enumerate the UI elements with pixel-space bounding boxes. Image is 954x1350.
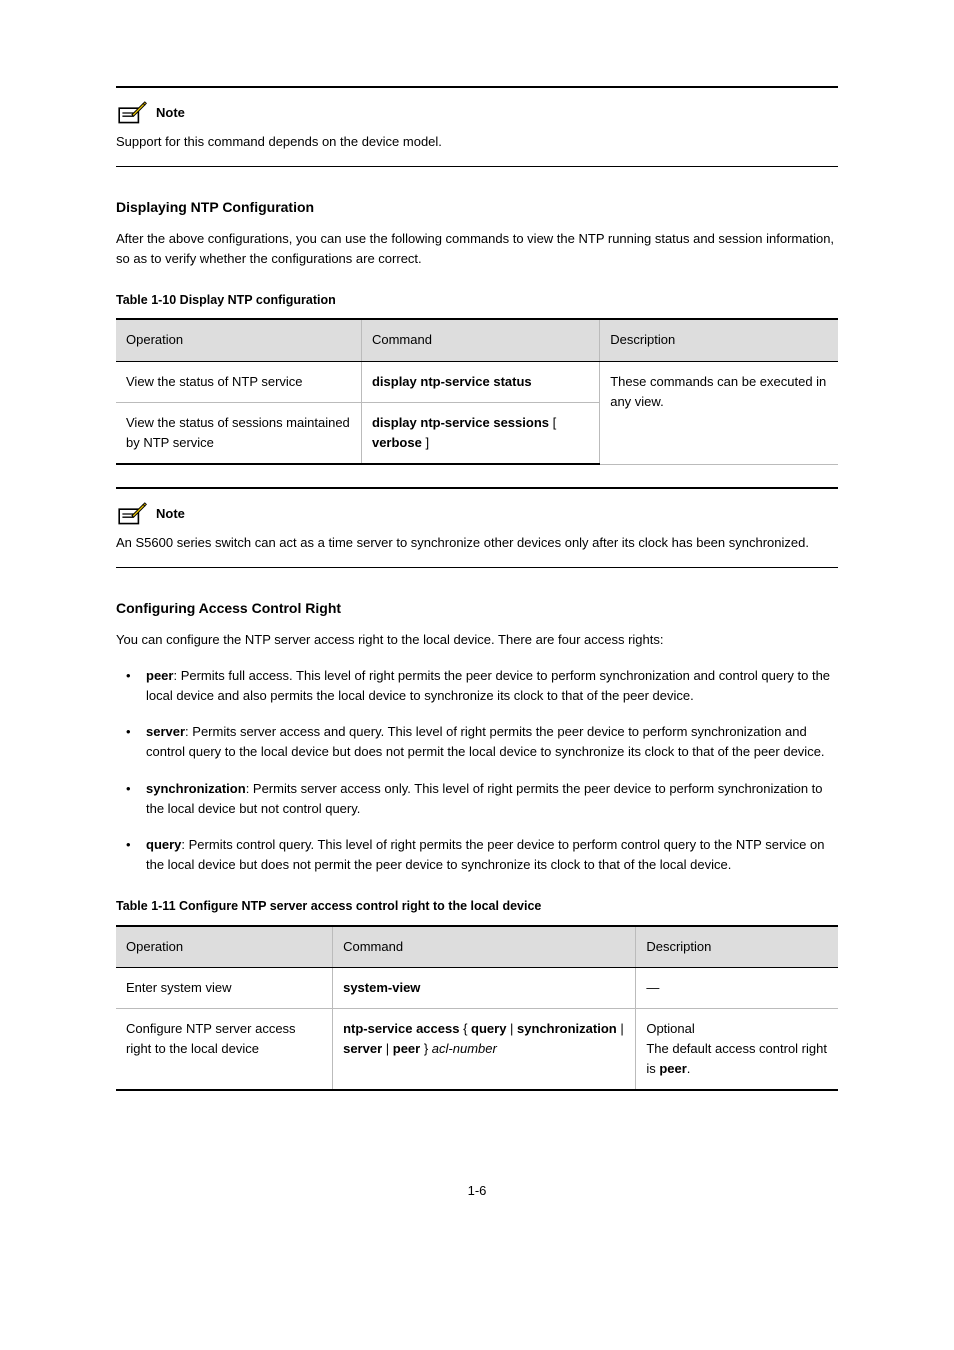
t2r2-c9: } bbox=[420, 1041, 432, 1056]
t1r2-cmd-p3: ] bbox=[422, 435, 429, 450]
table1-caption: Table 1-10 Display NTP configuration bbox=[116, 291, 838, 310]
note2-rule-top bbox=[116, 487, 838, 489]
table2-header-row: Operation Command Description bbox=[116, 926, 838, 968]
b1-rest: : Permits server access and query. This … bbox=[146, 724, 825, 759]
list-item: query: Permits control query. This level… bbox=[146, 835, 838, 875]
table-row: Enter system view system-view — bbox=[116, 967, 838, 1008]
t1r2-cmd-p2: verbose bbox=[372, 435, 422, 450]
b1-lead: server bbox=[146, 724, 185, 739]
t2r1-op: Enter system view bbox=[116, 967, 333, 1008]
t2r2-c10: acl-number bbox=[432, 1041, 497, 1056]
t2r1-cmd-text: system-view bbox=[343, 980, 420, 995]
section1-intro: After the above configurations, you can … bbox=[116, 229, 838, 269]
t1r1-cmd: display ntp-service status bbox=[361, 361, 599, 402]
t1r2-cmd-p1: [ bbox=[549, 415, 556, 430]
b2-lead: synchronization bbox=[146, 781, 246, 796]
t2r2-desc: Optional The default access control righ… bbox=[636, 1008, 838, 1090]
table-row: Configure NTP server access right to the… bbox=[116, 1008, 838, 1090]
t2r2-c5: | bbox=[617, 1021, 624, 1036]
list-item: server: Permits server access and query.… bbox=[146, 722, 838, 762]
t2r2-c6: server bbox=[343, 1041, 382, 1056]
t2r2-desc-l1-wrap: The default access control right is peer… bbox=[646, 1039, 828, 1079]
table1-h-op: Operation bbox=[116, 319, 361, 361]
t2r1-desc: — bbox=[636, 967, 838, 1008]
list-item: peer: Permits full access. This level of… bbox=[146, 666, 838, 706]
note1-rule-top bbox=[116, 86, 838, 88]
section2-intro: You can configure the NTP server access … bbox=[116, 630, 838, 650]
b3-rest: : Permits control query. This level of r… bbox=[146, 837, 824, 872]
note-block-1: Note Support for this command depends on… bbox=[116, 86, 838, 167]
t2r2-cmd: ntp-service access { query | synchroniza… bbox=[333, 1008, 636, 1090]
t2r2-c4: synchronization bbox=[517, 1021, 617, 1036]
t1-desc: These commands can be executed in any vi… bbox=[600, 361, 838, 464]
t2r2-c8: peer bbox=[393, 1041, 420, 1056]
page-number: 1-6 bbox=[116, 1181, 838, 1201]
table2-caption: Table 1-11 Configure NTP server access c… bbox=[116, 897, 838, 916]
note2-rule-bottom bbox=[116, 567, 838, 568]
table1-header-row: Operation Command Description bbox=[116, 319, 838, 361]
table2-h-cmd: Command bbox=[333, 926, 636, 968]
table-display-ntp: Operation Command Description View the s… bbox=[116, 318, 838, 465]
t2r2-desc-l1c: . bbox=[687, 1061, 691, 1076]
t2r2-c3: | bbox=[506, 1021, 517, 1036]
t1r1-op: View the status of NTP service bbox=[116, 361, 361, 402]
note1-rule-bottom bbox=[116, 166, 838, 167]
table1-h-cmd: Command bbox=[361, 319, 599, 361]
t1r2-cmd: display ntp-service sessions [ verbose ] bbox=[361, 402, 599, 464]
table2-h-desc: Description bbox=[636, 926, 838, 968]
note-block-2: Note An S5600 series switch can act as a… bbox=[116, 487, 838, 568]
b3-lead: query bbox=[146, 837, 181, 852]
section2-title: Configuring Access Control Right bbox=[116, 598, 838, 620]
b0-rest: : Permits full access. This level of rig… bbox=[146, 668, 830, 703]
b2-rest: : Permits server access only. This level… bbox=[146, 781, 823, 816]
t1r2-op: View the status of sessions maintained b… bbox=[116, 402, 361, 464]
note1-text: Support for this command depends on the … bbox=[116, 132, 838, 152]
note2-head: Note bbox=[116, 501, 838, 527]
access-rights-list: peer: Permits full access. This level of… bbox=[116, 666, 838, 875]
table-row: View the status of NTP service display n… bbox=[116, 361, 838, 402]
t2r2-desc-l0: Optional bbox=[646, 1019, 828, 1039]
t1r2-cmd-p0: display ntp-service sessions bbox=[372, 415, 549, 430]
note2-text: An S5600 series switch can act as a time… bbox=[116, 533, 838, 553]
t2r2-c7: | bbox=[382, 1041, 393, 1056]
note2-label: Note bbox=[156, 504, 185, 524]
note1-head: Note bbox=[116, 100, 838, 126]
t2r2-op: Configure NTP server access right to the… bbox=[116, 1008, 333, 1090]
table2-h-op: Operation bbox=[116, 926, 333, 968]
note-icon bbox=[116, 501, 148, 527]
t2r2-c2: query bbox=[471, 1021, 506, 1036]
note-icon bbox=[116, 100, 148, 126]
t2r2-c1: { bbox=[459, 1021, 471, 1036]
t1r1-cmd-text: display ntp-service status bbox=[372, 374, 532, 389]
table-access-control: Operation Command Description Enter syst… bbox=[116, 925, 838, 1092]
table1-h-desc: Description bbox=[600, 319, 838, 361]
section1-title: Displaying NTP Configuration bbox=[116, 197, 838, 219]
t2r2-desc-l1b: peer bbox=[659, 1061, 686, 1076]
list-item: synchronization: Permits server access o… bbox=[146, 779, 838, 819]
t2r2-c0: ntp-service access bbox=[343, 1021, 459, 1036]
t2r1-cmd: system-view bbox=[333, 967, 636, 1008]
note1-label: Note bbox=[156, 103, 185, 123]
b0-lead: peer bbox=[146, 668, 173, 683]
